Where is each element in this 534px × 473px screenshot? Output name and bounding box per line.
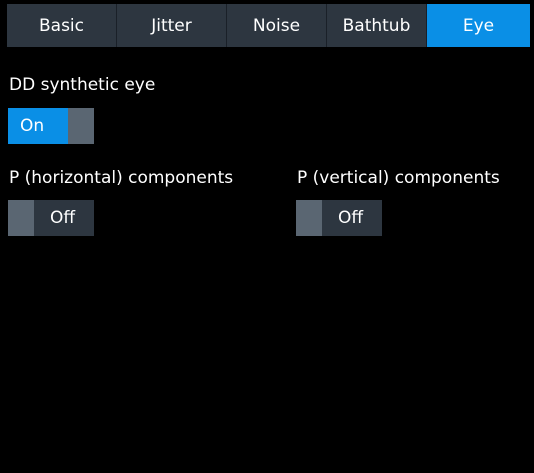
toggle-knob	[68, 108, 94, 144]
dd-synthetic-eye-state: On	[8, 108, 68, 144]
p-horizontal-components-label: P (horizontal) components	[9, 168, 234, 188]
tab-bathtub[interactable]: Bathtub	[327, 4, 427, 47]
toggle-knob	[296, 200, 322, 236]
toggle-knob	[8, 200, 34, 236]
p-vertical-components-state: Off	[322, 200, 382, 236]
eye-settings-panel: Basic Jitter Noise Bathtub Eye DD synthe…	[0, 0, 534, 473]
p-vertical-components-label: P (vertical) components	[297, 168, 500, 188]
p-horizontal-components-toggle[interactable]: Off	[8, 200, 94, 236]
tab-eye[interactable]: Eye	[427, 4, 530, 47]
tab-noise[interactable]: Noise	[227, 4, 327, 47]
tab-basic[interactable]: Basic	[7, 4, 117, 47]
dd-synthetic-eye-label: DD synthetic eye	[9, 75, 156, 95]
tab-bar: Basic Jitter Noise Bathtub Eye	[4, 4, 530, 47]
dd-synthetic-eye-toggle[interactable]: On	[8, 108, 94, 144]
p-horizontal-components-state: Off	[34, 200, 94, 236]
tab-jitter[interactable]: Jitter	[117, 4, 227, 47]
p-vertical-components-toggle[interactable]: Off	[296, 200, 382, 236]
